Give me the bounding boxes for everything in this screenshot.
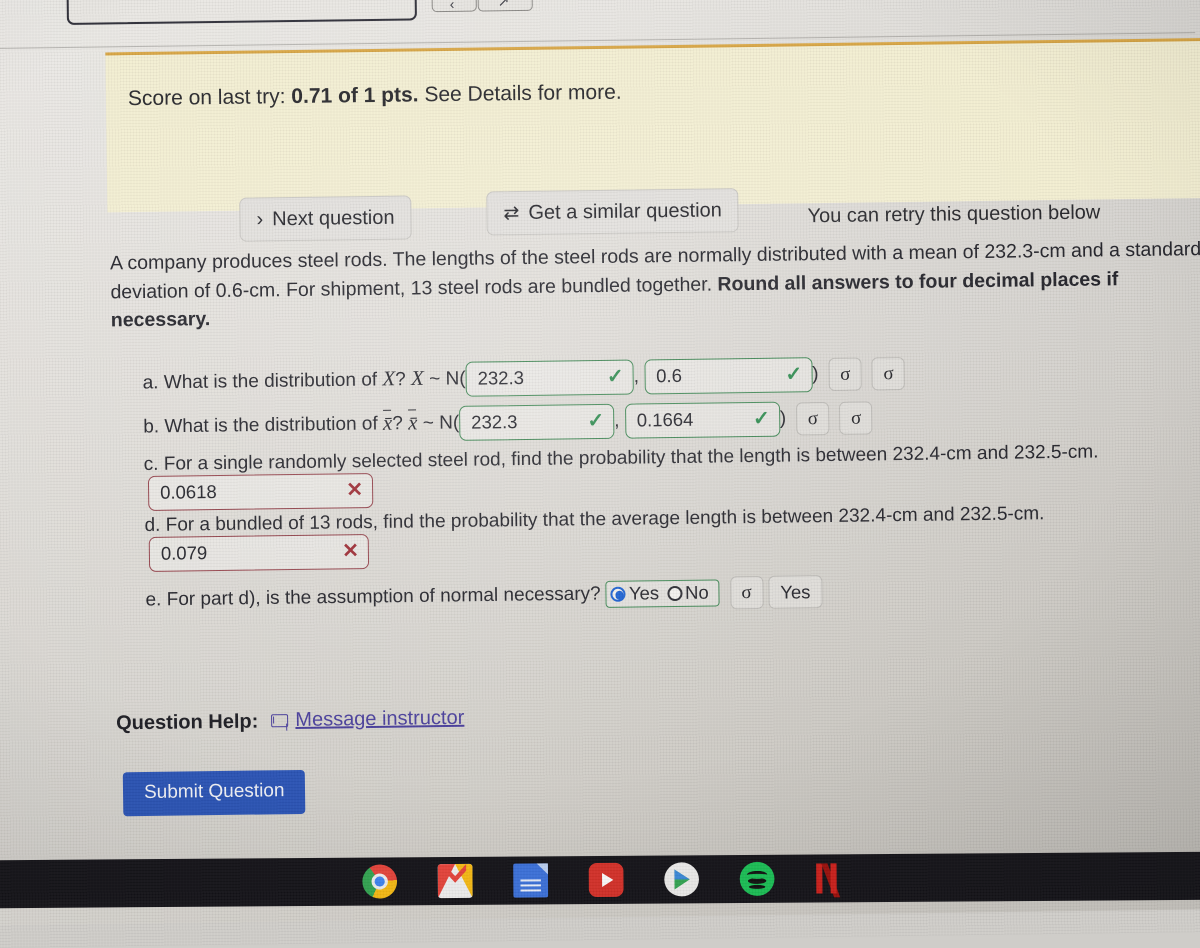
part-b-variable: x̄ xyxy=(382,410,393,435)
part-b-letter: b. xyxy=(143,416,160,438)
part-d-answer-value: 0.079 xyxy=(160,541,208,564)
netflix-icon[interactable] xyxy=(815,861,841,898)
part-b-qmark: ? xyxy=(392,413,404,435)
part-a-letter: a. xyxy=(142,372,159,394)
part-a: a. What is the distribution of X? X ~ N(… xyxy=(142,352,1200,401)
part-b-dist-variable: x̄ xyxy=(407,409,418,435)
cross-icon: ✕ xyxy=(346,479,364,502)
play-triangle-blue xyxy=(674,869,690,880)
part-e-radio-group[interactable]: Yes No xyxy=(605,579,720,608)
radio-no-icon[interactable] xyxy=(667,585,683,602)
gmail-v-shape xyxy=(444,864,467,886)
question-help-label: Question Help: xyxy=(115,710,259,735)
part-c-answer-input[interactable]: 0.0618 ✕ xyxy=(147,472,374,511)
radio-option-no[interactable]: No xyxy=(667,582,709,605)
page-content: ‹ ↗ Score on last try: 0.71 of 1 pts. Se… xyxy=(0,0,1200,908)
question-help-row: Question Help: Message instructor xyxy=(116,707,464,736)
part-b-mean-input[interactable]: 232.3 ✓ xyxy=(458,403,615,441)
get-similar-question-button[interactable]: ⇄ Get a similar question xyxy=(486,188,740,236)
part-e-final-answer: Yes xyxy=(768,575,823,609)
message-instructor-link[interactable]: Message instructor xyxy=(271,707,464,733)
part-c-answer-value: 0.0618 xyxy=(159,480,217,503)
retry-note: You can retry this question below xyxy=(807,201,1101,228)
part-b-text: What is the distribution of xyxy=(164,413,378,438)
browser-back-button[interactable]: ‹ xyxy=(431,0,477,13)
sigma-keyboard-button[interactable]: σ xyxy=(871,357,906,391)
chevron-left-icon: ‹ xyxy=(449,0,455,12)
radio-yes-icon[interactable] xyxy=(610,586,627,602)
cross-icon: ✕ xyxy=(341,540,360,563)
browser-share-button[interactable]: ↗ xyxy=(477,0,533,12)
check-icon: ✓ xyxy=(785,363,803,386)
part-d-letter: d. xyxy=(144,514,161,536)
message-instructor-label: Message instructor xyxy=(295,706,465,732)
browser-tab[interactable] xyxy=(66,0,417,25)
google-docs-icon[interactable] xyxy=(513,863,549,898)
sigma-keyboard-button[interactable]: σ xyxy=(839,401,873,435)
question-prompt: A company produces steel rods. The lengt… xyxy=(110,235,1200,335)
part-e: e. For part d), is the assumption of nor… xyxy=(145,570,1200,617)
next-question-button[interactable]: › Next question xyxy=(239,195,412,242)
score-value: 0.71 of 1 pts. xyxy=(291,83,419,109)
chrome-icon[interactable] xyxy=(362,864,398,899)
part-e-letter: e. xyxy=(145,589,162,611)
chevron-right-icon: › xyxy=(256,207,264,230)
next-question-label: Next question xyxy=(272,206,395,230)
part-b-sd-input[interactable]: 0.1664 ✓ xyxy=(624,401,780,439)
sigma-keyboard-button[interactable]: σ xyxy=(796,402,830,436)
check-icon: ✓ xyxy=(587,409,605,433)
part-a-sd-value: 0.6 xyxy=(656,364,683,386)
part-b-tilde: ~ xyxy=(422,412,435,434)
score-suffix: See Details for more. xyxy=(424,80,622,107)
youtube-icon[interactable] xyxy=(588,862,624,898)
part-a-dist-close: ) xyxy=(812,363,819,385)
part-a-qmark: ? xyxy=(395,369,406,391)
check-icon: ✓ xyxy=(752,407,770,430)
envelope-icon xyxy=(271,714,289,728)
part-c-text: For a single randomly selected steel rod… xyxy=(163,441,1099,475)
part-a-variable: X xyxy=(382,366,396,391)
refresh-swap-icon: ⇄ xyxy=(503,202,520,224)
radio-yes-label: Yes xyxy=(628,582,660,604)
part-a-text: What is the distribution of xyxy=(163,369,378,394)
part-d: d. For a bundled of 13 rods, find the pr… xyxy=(144,501,1200,572)
part-a-dist-variable: X xyxy=(410,365,425,390)
google-play-icon[interactable] xyxy=(664,862,700,897)
spotify-icon[interactable] xyxy=(739,861,775,897)
arrow-up-right-icon: ↗ xyxy=(497,0,510,10)
score-prefix: Score on last try: xyxy=(127,85,286,111)
part-a-sd-input[interactable]: 0.6 ✓ xyxy=(643,357,813,395)
part-d-answer-input[interactable]: 0.079 ✕ xyxy=(148,534,370,572)
netflix-bar-left xyxy=(816,863,823,894)
netflix-bar-right xyxy=(830,863,837,894)
part-a-separator: , xyxy=(633,366,640,388)
score-alert-banner: Score on last try: 0.71 of 1 pts. See De… xyxy=(105,37,1200,242)
part-c-letter: c. xyxy=(143,453,159,475)
check-icon: ✓ xyxy=(606,365,624,388)
part-b-mean-value: 232.3 xyxy=(471,410,518,433)
submit-question-button[interactable]: Submit Question xyxy=(122,769,306,817)
part-b-separator: , xyxy=(614,410,620,432)
gmail-icon[interactable] xyxy=(437,863,473,899)
sigma-keyboard-button[interactable]: σ xyxy=(729,575,764,610)
sigma-keyboard-button[interactable]: σ xyxy=(828,357,863,392)
part-a-mean-input[interactable]: 232.3 ✓ xyxy=(465,359,634,397)
part-b-sd-value: 0.1664 xyxy=(636,408,694,431)
radio-no-label: No xyxy=(684,581,709,603)
part-a-mean-value: 232.3 xyxy=(477,366,525,389)
part-a-tilde: ~ xyxy=(429,368,441,390)
radio-option-yes[interactable]: Yes xyxy=(610,582,660,605)
score-text: Score on last try: 0.71 of 1 pts. See De… xyxy=(128,81,622,111)
part-e-text: For part d), is the assumption of normal… xyxy=(166,583,601,611)
question-parts: a. What is the distribution of X? X ~ N(… xyxy=(142,352,1200,622)
part-b-dist-close: ) xyxy=(779,408,787,430)
part-b-dist-open: N( xyxy=(439,412,460,434)
get-similar-question-label: Get a similar question xyxy=(528,198,722,224)
part-a-dist-open: N( xyxy=(445,368,466,390)
part-b: b. What is the distribution of x̄? x̄ ~ … xyxy=(143,396,1200,445)
part-c: c. For a single randomly selected steel … xyxy=(144,440,1200,511)
